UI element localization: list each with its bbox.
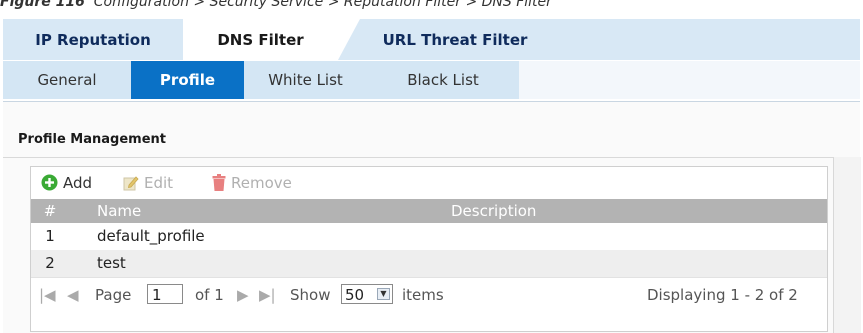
page-number-input[interactable]: 1 bbox=[147, 284, 183, 304]
items-label: items bbox=[402, 286, 444, 304]
prev-page-icon[interactable]: ◀ bbox=[67, 285, 79, 305]
first-page-icon[interactable]: |◀ bbox=[39, 285, 56, 305]
subtab-filler bbox=[519, 61, 860, 99]
next-page-icon[interactable]: ▶ bbox=[237, 285, 249, 305]
subtab-profile[interactable]: Profile bbox=[131, 61, 244, 99]
right-scroll-edge bbox=[833, 157, 861, 333]
header-number[interactable]: # bbox=[40, 199, 60, 223]
subtab-general[interactable]: General bbox=[3, 61, 131, 99]
profile-grid-panel: Add Edit Remove # Name Description 1 def… bbox=[30, 166, 828, 332]
grid-header: # Name Description bbox=[31, 199, 827, 223]
subtab-white-list[interactable]: White List bbox=[244, 61, 367, 99]
sub-tab-bar: General Profile White List Black List bbox=[3, 60, 860, 102]
tab-dns-filter[interactable]: DNS Filter bbox=[183, 19, 360, 60]
header-name[interactable]: Name bbox=[97, 199, 141, 223]
main-tab-bar: IP Reputation DNS Filter URL Threat Filt… bbox=[3, 19, 860, 60]
show-label: Show bbox=[290, 286, 331, 304]
page-size-select[interactable]: 50 ▼ bbox=[341, 284, 393, 304]
table-row[interactable]: 1 default_profile bbox=[31, 223, 827, 250]
subtab-black-list[interactable]: Black List bbox=[367, 61, 519, 99]
row-number: 1 bbox=[45, 227, 55, 245]
row-number: 2 bbox=[45, 254, 55, 272]
page-count-label: of 1 bbox=[195, 286, 224, 304]
row-name: default_profile bbox=[97, 227, 205, 245]
page-size-value: 50 bbox=[345, 286, 365, 304]
pagination-bar: |◀ ◀ Page 1 of 1 ▶ ▶| Show 50 ▼ items Di… bbox=[31, 277, 827, 311]
row-name: test bbox=[97, 254, 126, 272]
figure-number: Figure 116 bbox=[0, 0, 85, 10]
add-label: Add bbox=[63, 174, 93, 192]
add-button[interactable]: Add bbox=[41, 174, 92, 192]
remove-button[interactable]: Remove bbox=[212, 174, 292, 192]
last-page-icon[interactable]: ▶| bbox=[259, 285, 276, 305]
edit-button[interactable]: Edit bbox=[123, 174, 173, 192]
header-description[interactable]: Description bbox=[451, 199, 536, 223]
grid-toolbar: Add Edit Remove bbox=[31, 167, 827, 199]
edit-icon bbox=[123, 176, 139, 191]
chevron-down-icon[interactable]: ▼ bbox=[377, 288, 390, 300]
edit-label: Edit bbox=[144, 174, 174, 192]
tab-ip-reputation[interactable]: IP Reputation bbox=[3, 19, 183, 60]
section-title: Profile Management bbox=[18, 132, 166, 147]
table-row[interactable]: 2 test bbox=[31, 250, 827, 277]
figure-caption: Figure 116 Configuration > Security Serv… bbox=[0, 0, 552, 10]
figure-text: Configuration > Security Service > Reput… bbox=[93, 0, 552, 10]
tab-url-threat-filter[interactable]: URL Threat Filter bbox=[360, 19, 550, 60]
remove-label: Remove bbox=[231, 174, 292, 192]
page-label: Page bbox=[95, 286, 132, 304]
display-count: Displaying 1 - 2 of 2 bbox=[647, 286, 798, 304]
section-divider bbox=[3, 157, 860, 158]
content-area: Profile Management Add Edit Remove # Nam… bbox=[3, 102, 861, 333]
trash-icon bbox=[212, 174, 226, 191]
add-icon bbox=[41, 174, 58, 191]
